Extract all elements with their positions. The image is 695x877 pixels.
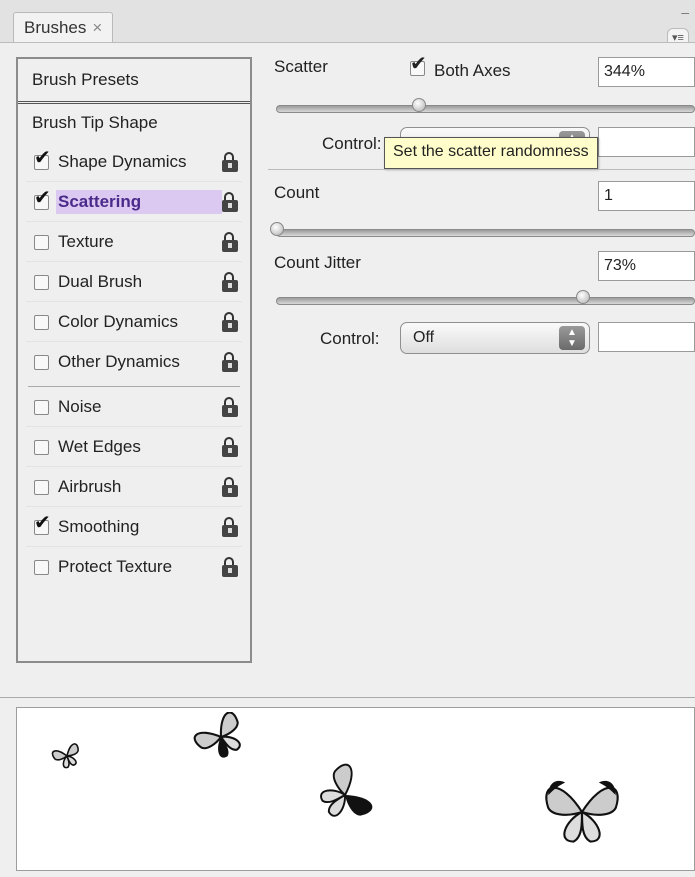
both-axes-label: Both Axes	[434, 61, 511, 80]
option-airbrush[interactable]: Airbrush	[18, 467, 250, 507]
texture-checkbox[interactable]	[34, 235, 49, 250]
count-jitter-control-select[interactable]: Off ▲ ▼	[400, 322, 590, 354]
count-value-field[interactable]: 1	[598, 181, 695, 211]
scatter-label: Scatter	[274, 57, 328, 76]
option-protect-texture[interactable]: Protect Texture	[18, 547, 250, 587]
option-label: Scattering	[56, 190, 222, 214]
count-slider[interactable]	[276, 229, 695, 237]
lock-icon[interactable]	[222, 192, 240, 212]
scatter-slider-thumb[interactable]	[412, 98, 426, 112]
tab-brushes[interactable]: Brushes ×	[13, 12, 114, 43]
lock-icon[interactable]	[222, 272, 240, 292]
count-jitter-label: Count Jitter	[274, 253, 361, 272]
count-slider-thumb[interactable]	[270, 222, 284, 236]
panel-tab-bar: Brushes × – ▾≡	[0, 0, 695, 47]
scatter-slider[interactable]	[276, 105, 695, 113]
dual-brush-checkbox[interactable]	[34, 275, 49, 290]
option-smoothing[interactable]: Smoothing	[18, 507, 250, 547]
count-jitter-control-label: Control:	[320, 329, 380, 348]
lock-icon[interactable]	[222, 557, 240, 577]
divider	[268, 169, 695, 170]
smoothing-checkbox[interactable]	[34, 512, 51, 535]
panel-menu-icon[interactable]: – ▾≡	[667, 4, 689, 47]
brush-presets-item[interactable]: Brush Presets	[18, 59, 250, 104]
protect-texture-checkbox[interactable]	[34, 560, 49, 575]
option-wet-edges[interactable]: Wet Edges	[18, 427, 250, 467]
scatter-control-field[interactable]	[598, 127, 695, 157]
option-dual-brush[interactable]: Dual Brush	[18, 262, 250, 302]
lock-icon[interactable]	[222, 152, 240, 172]
option-label: Color Dynamics	[58, 312, 178, 331]
tab-label: Brushes	[24, 18, 87, 37]
butterfly-icon	[320, 763, 373, 817]
butterfly-icon	[193, 712, 241, 758]
brushes-panel-content: Brush Presets Brush Tip Shape Shape Dyna…	[0, 42, 695, 877]
option-other-dynamics[interactable]: Other Dynamics	[18, 342, 250, 382]
count-jitter-value-field[interactable]: 73%	[598, 251, 695, 281]
option-texture[interactable]: Texture	[18, 222, 250, 262]
count-jitter-slider[interactable]	[276, 297, 695, 305]
option-label: Smoothing	[58, 517, 140, 536]
count-jitter-slider-thumb[interactable]	[576, 290, 590, 304]
option-label: Noise	[58, 397, 102, 416]
lock-icon[interactable]	[222, 477, 240, 497]
option-scattering[interactable]: Scattering	[18, 182, 250, 222]
option-noise[interactable]: Noise	[18, 387, 250, 427]
option-label: Airbrush	[58, 477, 122, 496]
option-label: Dual Brush	[58, 272, 143, 291]
option-shape-dynamics[interactable]: Shape Dynamics	[18, 142, 250, 182]
wet-edges-checkbox[interactable]	[34, 440, 49, 455]
select-arrows-icon: ▲▼	[559, 326, 585, 350]
butterfly-icon	[51, 743, 79, 769]
brush-stroke-preview	[16, 707, 695, 871]
airbrush-checkbox[interactable]	[34, 480, 49, 495]
lock-icon[interactable]	[222, 397, 240, 417]
option-label: Other Dynamics	[58, 352, 180, 371]
shape-dynamics-checkbox[interactable]	[34, 147, 51, 170]
brush-tip-shape-item[interactable]: Brush Tip Shape	[18, 104, 250, 142]
option-label: Protect Texture	[58, 557, 173, 576]
count-jitter-control-field[interactable]	[598, 322, 695, 352]
scatter-value-field[interactable]: 344%	[598, 57, 695, 87]
count-jitter-control-value: Off	[413, 329, 435, 346]
count-label: Count	[274, 183, 320, 202]
option-label: Shape Dynamics	[58, 152, 187, 171]
option-label: Texture	[58, 232, 114, 251]
lock-icon[interactable]	[222, 517, 240, 537]
lock-icon[interactable]	[222, 312, 240, 332]
other-dynamics-checkbox[interactable]	[34, 355, 49, 370]
lock-icon[interactable]	[222, 437, 240, 457]
butterfly-icon	[545, 780, 619, 843]
brush-settings-list: Brush Presets Brush Tip Shape Shape Dyna…	[16, 57, 252, 663]
lock-icon[interactable]	[222, 352, 240, 372]
color-dynamics-checkbox[interactable]	[34, 315, 49, 330]
option-label: Wet Edges	[58, 437, 141, 456]
close-icon[interactable]: ×	[92, 18, 102, 37]
lock-icon[interactable]	[222, 232, 240, 252]
divider	[0, 697, 695, 698]
scatter-control-label: Control:	[322, 134, 382, 153]
both-axes-checkbox[interactable]: ✔	[410, 53, 427, 76]
noise-checkbox[interactable]	[34, 400, 49, 415]
scatter-tooltip: Set the scatter randomness	[384, 137, 598, 169]
option-color-dynamics[interactable]: Color Dynamics	[18, 302, 250, 342]
scattering-checkbox[interactable]	[34, 187, 51, 210]
